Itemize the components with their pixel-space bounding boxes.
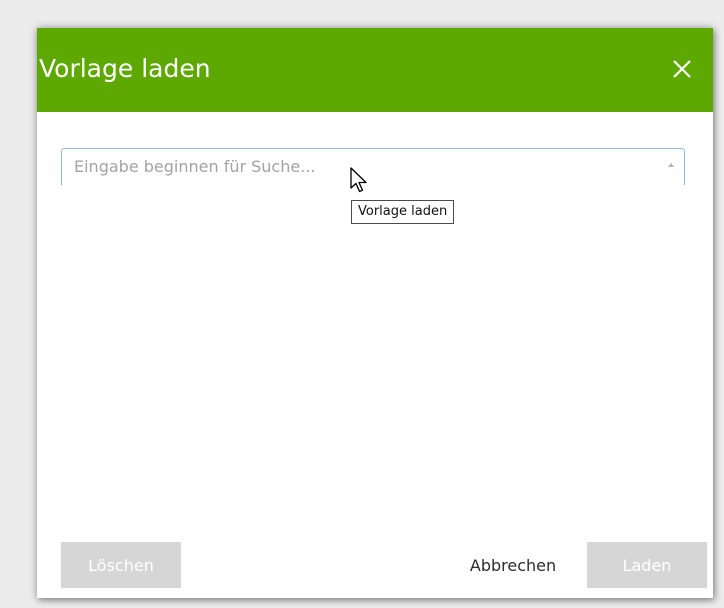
tooltip: Vorlage laden (351, 200, 455, 224)
load-template-dialog: Vorlage laden Vorlage laden Löschen Abbr… (37, 28, 713, 598)
template-search-combobox[interactable] (61, 148, 685, 185)
dialog-header: Vorlage laden (37, 28, 713, 112)
load-button[interactable]: Laden (587, 542, 707, 588)
mouse-pointer-icon (350, 167, 367, 193)
dialog-title: Vorlage laden (39, 54, 211, 83)
cancel-button[interactable]: Abbrechen (455, 542, 571, 588)
close-icon[interactable] (671, 58, 693, 80)
delete-button[interactable]: Löschen (61, 542, 181, 588)
chevron-up-icon[interactable] (668, 163, 674, 167)
